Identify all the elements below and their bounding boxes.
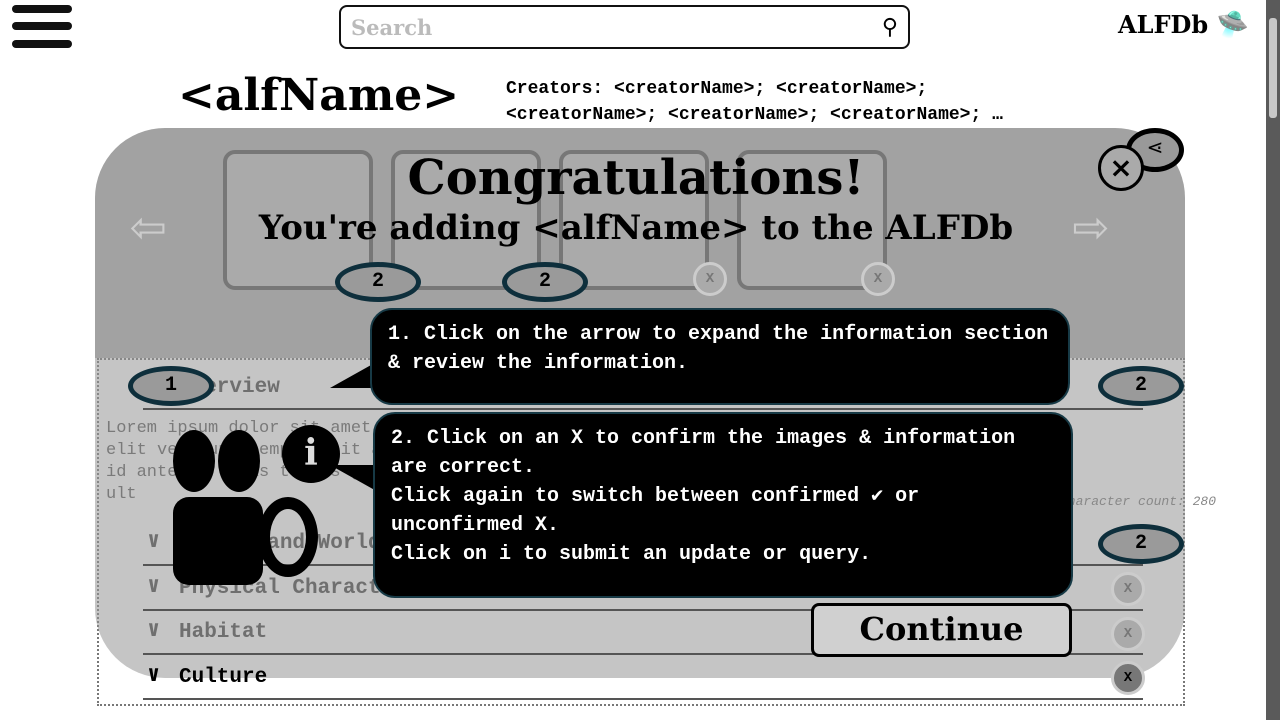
alf-name-title: <alfName> [178,70,460,121]
search-icon[interactable]: ⚲ [882,15,898,41]
overview-text: Lorem ipsum dolor sit amet, consectetur … [106,419,872,504]
search-box[interactable]: ⚲ [339,5,910,49]
confirm-x-icon[interactable]: X [861,262,895,296]
char-count: character count: 280 [1060,494,1217,509]
creators-list: Creators: <creatorName>; <creatorName>; <… [506,79,1003,125]
confirm-x-icon[interactable]: X [1111,617,1145,651]
prev-arrow-icon[interactable]: ⇦ [130,190,166,264]
scrollbar[interactable] [1266,0,1280,720]
logo[interactable]: ALFDb 🛸 [1118,10,1249,40]
section-overview[interactable]: ⌃ Overview [143,366,1143,410]
next-arrow-icon[interactable]: ⇨ [1072,190,1108,264]
menu-button[interactable] [0,0,80,52]
close-icon[interactable]: × [1098,145,1144,191]
section-origin[interactable]: ∨ Origin and World [143,522,1143,566]
continue-button[interactable]: Continue [811,603,1072,657]
confirm-x-icon[interactable]: X [1111,661,1145,695]
section-culture[interactable]: ∨ Culture [143,656,1143,700]
confirm-x-icon[interactable]: X [693,262,727,296]
ufo-icon: 🛸 [1216,10,1249,40]
confirm-x-icon[interactable]: X [1111,572,1145,606]
logo-text: ALFDb [1118,10,1209,39]
search-input[interactable] [351,15,851,40]
